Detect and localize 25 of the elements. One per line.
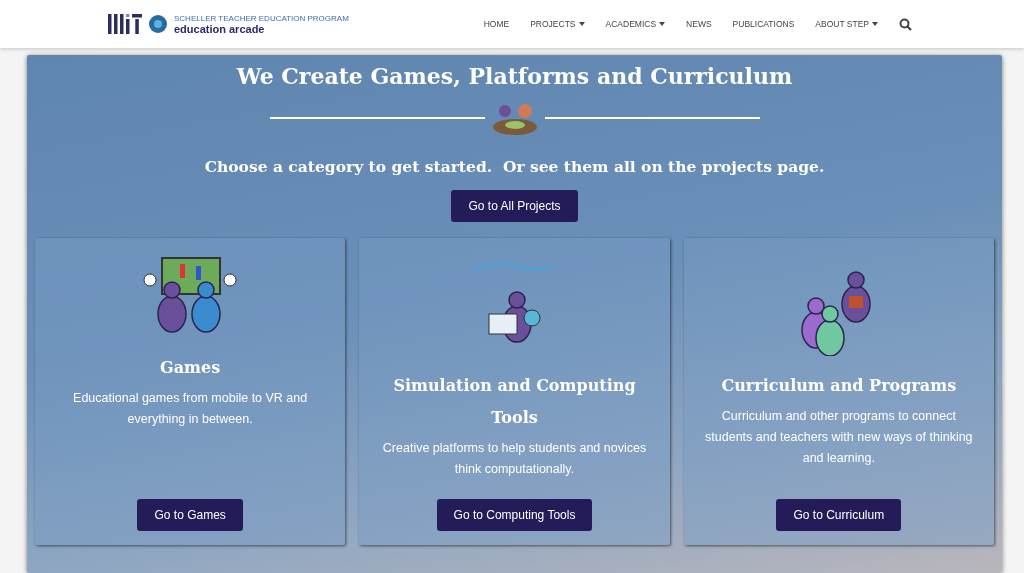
nav-link[interactable]: PUBLICATIONS: [732, 19, 795, 29]
card-title: Curriculum and Programs: [721, 375, 957, 397]
site-name: education arcade: [174, 22, 266, 35]
card-description: Creative platforms to help students and novices think computationally.: [381, 440, 648, 478]
card-button[interactable]: Go to Games: [137, 499, 243, 531]
nav-link[interactable]: PROJECTS: [530, 19, 585, 29]
card-title: Simulation and Computing Tools: [392, 375, 637, 429]
card-title: Games: [160, 357, 221, 379]
nav-link[interactable]: NEWS: [686, 19, 712, 29]
caret-icon: [872, 22, 878, 26]
card-description: Curriculum and other programs to connect students and teachers with new ways of thinking and learning.: [704, 408, 974, 467]
card-description: Educational games from mobile to VR and everything in between.: [72, 390, 309, 428]
caret-icon: [659, 22, 666, 26]
program-name: SCHELLER TEACHER EDUCATION PROGRAM: [174, 13, 349, 23]
card-button[interactable]: Go to Curriculum: [776, 499, 902, 531]
nav-link[interactable]: ACADEMICS: [605, 19, 666, 29]
all-projects-button[interactable]: Go to All Projects: [451, 190, 578, 222]
nav-link[interactable]: ABOUT STEP: [815, 19, 878, 29]
caret-icon: [578, 22, 585, 26]
search-icon[interactable]: [899, 17, 912, 31]
nav-link[interactable]: HOME: [483, 19, 510, 29]
card-button[interactable]: Go to Computing Tools: [436, 499, 593, 531]
hero-subtitle: Choose a category to get started. Or see them all on the projects page.: [204, 157, 825, 176]
mit-logo-drawing: [108, 14, 142, 34]
hero-title: We Create Games, Platforms and Curriculum: [236, 63, 793, 89]
